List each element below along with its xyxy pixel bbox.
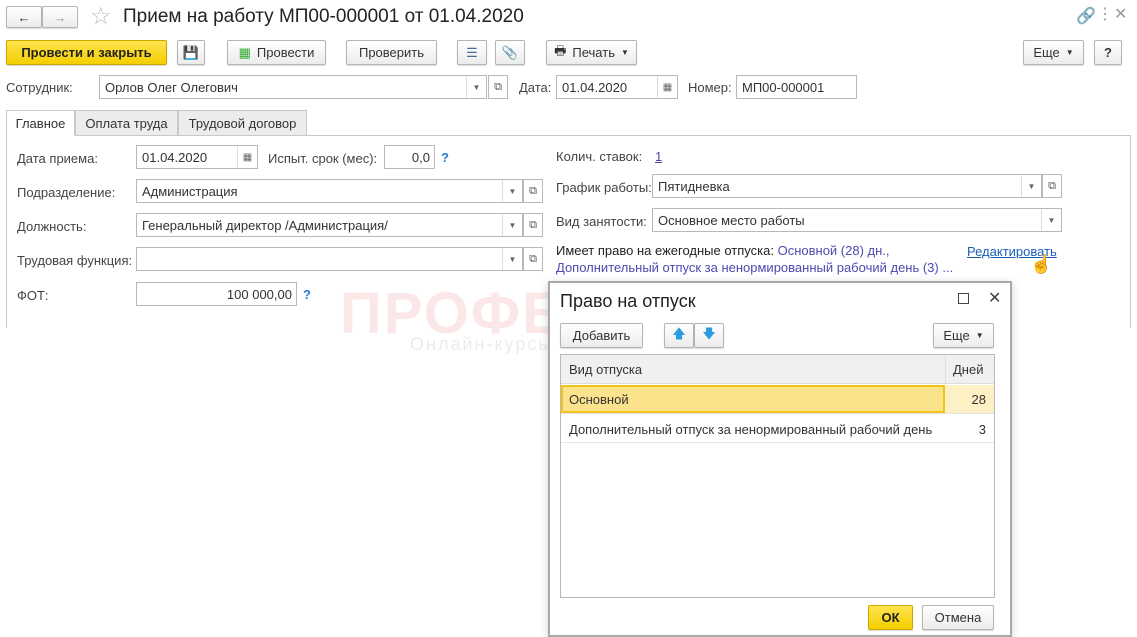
paperclip-icon: 📎 xyxy=(501,44,519,60)
tab-contract[interactable]: Трудовой договор xyxy=(178,110,307,136)
more-button[interactable]: Еще ▼ xyxy=(1023,40,1084,65)
schedule-label: График работы: xyxy=(556,180,652,195)
help-button[interactable]: ? xyxy=(1094,40,1122,65)
post-icon: ▦ xyxy=(238,44,251,60)
arrow-down-icon: 🡇 xyxy=(702,325,716,341)
date-field[interactable]: 01.04.2020 ▦ xyxy=(556,75,678,99)
maximize-icon[interactable] xyxy=(958,293,969,304)
save-button[interactable]: 💾 xyxy=(177,40,205,65)
chevron-down-icon[interactable]: ▼ xyxy=(466,76,486,98)
tab-payment[interactable]: Оплата труда xyxy=(75,110,178,136)
open-icon[interactable]: ⧉ xyxy=(523,213,543,237)
dialog-more-button[interactable]: Еще ▼ xyxy=(933,323,994,348)
employee-label: Сотрудник: xyxy=(6,80,73,95)
number-label: Номер: xyxy=(688,80,732,95)
col-days-header[interactable]: Дней xyxy=(953,362,983,377)
table-row[interactable]: Основной 28 xyxy=(561,385,994,414)
row-type: Основной xyxy=(569,392,629,407)
add-button[interactable]: Добавить xyxy=(560,323,643,348)
vacation-summary-2[interactable]: Дополнительный отпуск за ненормированный… xyxy=(556,260,953,275)
rates-link[interactable]: 1 xyxy=(655,149,662,164)
table-row[interactable]: Дополнительный отпуск за ненормированный… xyxy=(561,414,994,443)
list-icon: ☰ xyxy=(466,44,478,60)
employment-field[interactable]: Основное место работы ▼ xyxy=(652,208,1062,232)
back-button[interactable]: ← xyxy=(6,6,42,28)
employee-field[interactable]: Орлов Олег Олегович ▼ xyxy=(99,75,487,99)
printer-icon: 🖶 xyxy=(554,42,567,58)
help-icon[interactable]: ? xyxy=(441,150,449,165)
table-header: Вид отпуска Дней xyxy=(561,355,994,384)
print-button[interactable]: 🖶 Печать ▼ xyxy=(546,40,637,65)
ok-button[interactable]: ОК xyxy=(868,605,913,630)
vacation-table: Вид отпуска Дней Основной 28 Дополнитель… xyxy=(560,354,995,598)
open-icon[interactable]: ⧉ xyxy=(523,179,543,203)
post-and-close-button[interactable]: Провести и закрыть xyxy=(6,40,167,65)
move-up-button[interactable]: 🡅 xyxy=(664,323,694,348)
position-field[interactable]: Генеральный директор /Администрация/▼ xyxy=(136,213,523,237)
close-icon[interactable]: ✕ xyxy=(1114,4,1127,24)
date-label: Дата: xyxy=(519,80,552,95)
row-type: Дополнительный отпуск за ненормированный… xyxy=(569,422,933,437)
probation-label: Испыт. срок (мес): xyxy=(268,151,378,166)
labor-function-field[interactable]: ▼ xyxy=(136,247,523,271)
calendar-icon[interactable]: ▦ xyxy=(237,146,257,168)
number-field[interactable]: МП00-000001 xyxy=(736,75,857,99)
probation-field[interactable]: 0,0 xyxy=(384,145,435,169)
hire-date-field[interactable]: 01.04.2020 ▦ xyxy=(136,145,258,169)
chevron-down-icon[interactable]: ▼ xyxy=(502,180,522,202)
position-label: Должность: xyxy=(17,219,87,234)
check-button[interactable]: Проверить xyxy=(346,40,437,65)
open-icon[interactable]: ⧉ xyxy=(1042,174,1062,198)
department-label: Подразделение: xyxy=(17,185,116,200)
arrow-up-icon: 🡅 xyxy=(672,325,686,341)
employment-label: Вид занятости: xyxy=(556,214,647,229)
floppy-icon: 💾 xyxy=(182,44,200,60)
more-icon[interactable]: ⋮ xyxy=(1097,4,1113,24)
dialog-title: Право на отпуск xyxy=(560,291,696,311)
chevron-down-icon[interactable]: ▼ xyxy=(1021,175,1041,197)
post-button[interactable]: ▦ Провести xyxy=(227,40,326,65)
open-icon[interactable]: ⧉ xyxy=(488,75,508,99)
page-title: Прием на работу МП00-000001 от 01.04.202… xyxy=(123,6,524,27)
tab-main[interactable]: Главное xyxy=(6,110,75,136)
vacation-line: Имеет право на ежегодные отпуска: Основн… xyxy=(556,243,890,258)
hand-cursor-icon: ☝ xyxy=(1030,254,1053,274)
schedule-field[interactable]: Пятидневка ▼ xyxy=(652,174,1042,198)
attach-button[interactable]: 📎 xyxy=(495,40,525,65)
forward-button[interactable]: → xyxy=(42,6,78,28)
hire-date-label: Дата приема: xyxy=(17,151,98,166)
calendar-icon[interactable]: ▦ xyxy=(657,76,677,98)
favorite-star-icon[interactable]: ☆ xyxy=(90,2,112,31)
col-type-header[interactable]: Вид отпуска xyxy=(569,362,642,377)
link-icon[interactable]: 🔗 xyxy=(1076,6,1096,26)
fot-label: ФОТ: xyxy=(17,288,49,303)
fot-field[interactable]: 100 000,00 xyxy=(136,282,297,306)
move-down-button[interactable]: 🡇 xyxy=(694,323,724,348)
row-days: 3 xyxy=(978,422,986,437)
report-button[interactable]: ☰ xyxy=(457,40,487,65)
cancel-button[interactable]: Отмена xyxy=(922,605,994,630)
row-days: 28 xyxy=(971,392,986,407)
department-field[interactable]: Администрация ▼ xyxy=(136,179,523,203)
labor-function-label: Трудовая функция: xyxy=(17,253,133,268)
open-icon[interactable]: ⧉ xyxy=(523,247,543,271)
chevron-down-icon[interactable]: ▼ xyxy=(502,214,522,236)
vacation-dialog: Право на отпуск ✕ Добавить 🡅 🡇 Еще ▼ Вид … xyxy=(548,281,1012,637)
help-icon[interactable]: ? xyxy=(303,287,311,302)
chevron-down-icon[interactable]: ▼ xyxy=(1041,209,1061,231)
close-icon[interactable]: ✕ xyxy=(988,288,1001,308)
rates-label: Колич. ставок: xyxy=(556,149,643,164)
chevron-down-icon[interactable]: ▼ xyxy=(502,248,522,270)
vacation-summary-1[interactable]: Основной (28) дн., xyxy=(778,243,890,258)
